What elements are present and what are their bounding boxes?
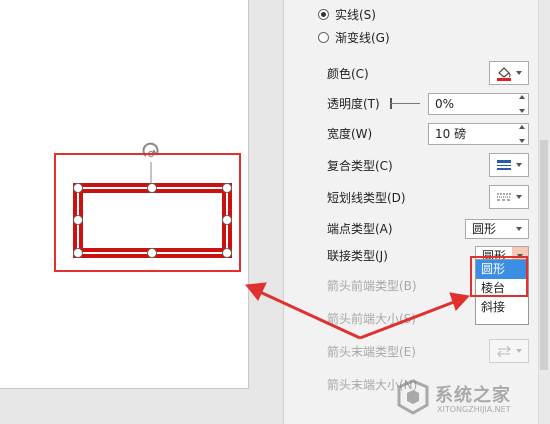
- width-input[interactable]: 10 磅: [428, 123, 529, 145]
- end-arrow-type-button[interactable]: [489, 339, 529, 363]
- outline-color-button[interactable]: [489, 61, 529, 85]
- chevron-down-icon: [516, 227, 522, 231]
- arrows-icon: [497, 345, 511, 357]
- transparency-value: 0%: [435, 97, 455, 111]
- chevron-down-icon: [516, 195, 522, 199]
- watermark-sub: XITONGZHIJIA.NET: [437, 405, 511, 414]
- compound-type-label: 复合类型(C): [327, 159, 393, 173]
- width-label: 宽度(W): [327, 127, 373, 141]
- transparency-label: 透明度(T): [327, 97, 380, 111]
- radio-gradient-line[interactable]: 渐变线(G): [318, 28, 390, 46]
- transparency-slider[interactable]: [390, 103, 420, 104]
- compound-lines-icon: [497, 160, 511, 170]
- dash-type-label: 短划线类型(D): [327, 191, 406, 205]
- transparency-input[interactable]: 0%: [428, 93, 529, 115]
- chevron-down-icon: [516, 71, 522, 75]
- width-value: 10 磅: [435, 127, 467, 141]
- watermark-logo-icon: [397, 379, 429, 415]
- annotation-box-option: [470, 256, 528, 297]
- dropdown-option-miter[interactable]: 斜接: [476, 298, 528, 317]
- chevron-down-icon: [516, 349, 522, 353]
- radio-gradient-line-indicator[interactable]: [318, 31, 329, 43]
- compound-type-button[interactable]: [489, 153, 529, 177]
- end-arrow-type-label: 箭头末端类型(E): [327, 345, 416, 359]
- pane-scroll-thumb[interactable]: [540, 140, 548, 370]
- join-type-label: 联接类型(J): [327, 249, 388, 263]
- color-label: 颜色(C): [327, 67, 369, 81]
- cap-type-value: 圆形: [472, 222, 497, 236]
- workspace-gap: [249, 0, 283, 424]
- chevron-down-icon: [516, 163, 522, 167]
- dash-type-button[interactable]: [489, 185, 529, 209]
- watermark: 系统之家 XITONGZHIJIA.NET: [395, 375, 545, 420]
- watermark-text: 系统之家: [435, 385, 511, 406]
- spin-arrows-icon[interactable]: [518, 125, 526, 143]
- annotation-box-shape: [54, 153, 241, 272]
- cap-type-label: 端点类型(A): [327, 222, 393, 236]
- paint-bucket-icon: [497, 67, 511, 81]
- radio-solid-line-label: 实线(S): [335, 7, 376, 22]
- begin-arrow-size-label: 箭头前端大小(S): [327, 312, 416, 326]
- radio-gradient-line-label: 渐变线(G): [335, 30, 390, 45]
- cap-type-select[interactable]: 圆形: [465, 219, 529, 239]
- spin-arrows-icon[interactable]: [518, 95, 526, 113]
- radio-solid-line[interactable]: 实线(S): [318, 5, 376, 23]
- begin-arrow-type-label: 箭头前端类型(B): [327, 279, 417, 293]
- dash-lines-icon: [497, 193, 511, 201]
- radio-solid-line-indicator[interactable]: [318, 8, 329, 20]
